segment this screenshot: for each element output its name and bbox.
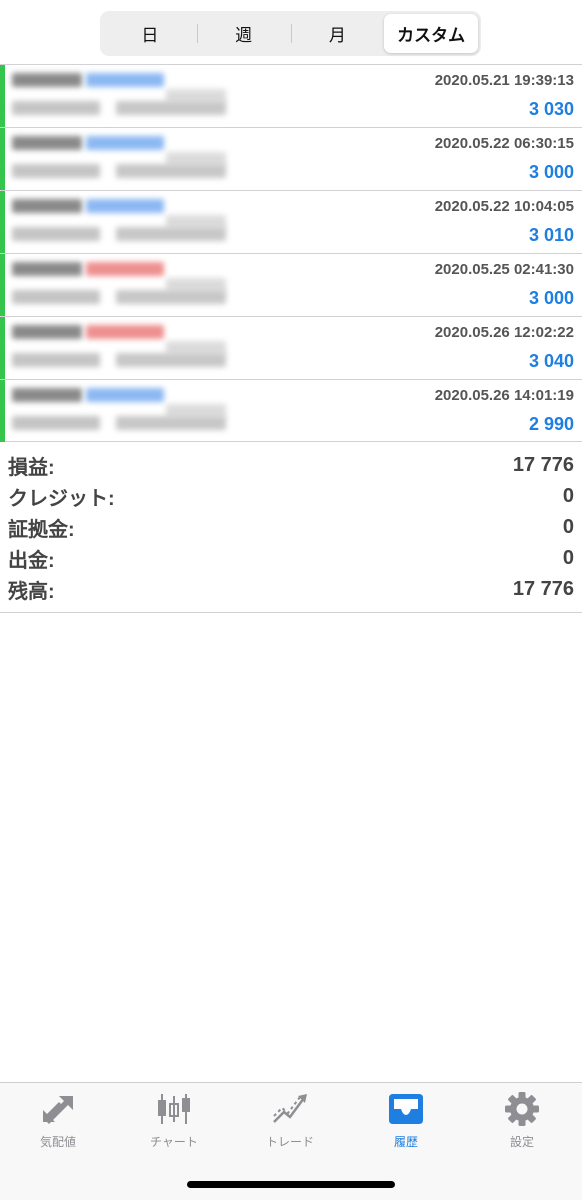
home-indicator[interactable] — [187, 1181, 395, 1188]
deal-type-stripe — [0, 128, 5, 190]
deal-time: 2020.05.22 06:30:15 — [434, 135, 574, 152]
tab-quotes[interactable]: 気配値 — [0, 1091, 116, 1153]
candlestick-chart-icon — [154, 1091, 194, 1127]
deal-time: 2020.05.21 19:39:13 — [434, 72, 574, 89]
deal-row[interactable]: 2020.05.22 10:04:05 3 010 — [0, 190, 582, 253]
summary-withdrawal-label: 出金: — [8, 550, 55, 572]
deal-time: 2020.05.22 10:04:05 — [434, 198, 574, 215]
period-tab-week[interactable]: 週 — [196, 14, 291, 53]
period-tab-custom[interactable]: カスタム — [384, 14, 478, 53]
deal-profit: 3 030 — [528, 99, 574, 119]
summary-balance-value: 17 776 — [512, 578, 574, 600]
deal-type-stripe — [0, 65, 5, 127]
redacted-deal-details — [6, 69, 236, 123]
tab-history[interactable]: 履歴 — [348, 1091, 464, 1153]
deal-type-stripe — [0, 317, 5, 379]
summary-credit-row: クレジット: 0 — [8, 481, 574, 512]
summary-withdrawal-row: 出金: 0 — [8, 543, 574, 574]
deal-profit: 3 040 — [528, 351, 574, 371]
deal-row[interactable]: 2020.05.26 14:01:19 2 990 — [0, 379, 582, 442]
quotes-arrows-icon — [38, 1091, 78, 1127]
redacted-deal-details — [6, 384, 236, 438]
redacted-deal-details — [6, 195, 236, 249]
tab-settings[interactable]: 設定 — [464, 1091, 580, 1153]
summary-credit-value: 0 — [562, 485, 574, 507]
summary-profit-label: 損益: — [8, 457, 55, 479]
settings-gear-icon — [502, 1091, 542, 1127]
summary-margin-value: 0 — [562, 516, 574, 538]
summary-balance-row: 残高: 17 776 — [8, 574, 574, 605]
history-summary: 損益: 17 776 クレジット: 0 証拠金: 0 出金: 0 残高: 17 … — [0, 450, 582, 613]
deal-profit: 3 000 — [528, 162, 574, 182]
redacted-deal-details — [6, 321, 236, 375]
period-tab-month[interactable]: 月 — [290, 14, 385, 53]
tab-trade-label: トレード — [265, 1135, 314, 1149]
deal-profit: 2 990 — [528, 414, 574, 434]
summary-credit-label: クレジット: — [8, 488, 115, 510]
deal-type-stripe — [0, 191, 5, 253]
deal-profit: 3 000 — [528, 288, 574, 308]
deal-time: 2020.05.25 02:41:30 — [434, 261, 574, 278]
tab-chart[interactable]: チャート — [116, 1091, 232, 1153]
tab-history-label: 履歴 — [393, 1135, 418, 1149]
period-tab-day[interactable]: 日 — [103, 14, 197, 53]
summary-margin-row: 証拠金: 0 — [8, 512, 574, 543]
summary-profit-value: 17 776 — [512, 454, 574, 476]
summary-margin-label: 証拠金: — [8, 519, 75, 541]
tab-quotes-label: 気配値 — [39, 1135, 76, 1149]
deal-row[interactable]: 2020.05.26 12:02:22 3 040 — [0, 316, 582, 379]
history-inbox-icon — [386, 1091, 426, 1127]
trade-trend-icon — [270, 1091, 310, 1127]
deal-type-stripe — [0, 380, 5, 442]
summary-balance-label: 残高: — [8, 581, 55, 603]
redacted-deal-details — [6, 258, 236, 312]
deal-type-stripe — [0, 254, 5, 316]
deal-profit: 3 010 — [528, 225, 574, 245]
summary-withdrawal-value: 0 — [562, 547, 574, 569]
deal-row[interactable]: 2020.05.22 06:30:15 3 000 — [0, 127, 582, 190]
redacted-deal-details — [6, 132, 236, 186]
deal-time: 2020.05.26 12:02:22 — [434, 324, 574, 341]
deals-list: 2020.05.21 19:39:13 3 030 2020.05.22 06:… — [0, 64, 582, 442]
summary-profit-row: 損益: 17 776 — [8, 450, 574, 481]
tab-chart-label: チャート — [150, 1135, 198, 1149]
period-segmented-control: 日 週 月 カスタム — [100, 11, 481, 56]
tab-settings-label: 設定 — [509, 1135, 534, 1149]
deal-row[interactable]: 2020.05.25 02:41:30 3 000 — [0, 253, 582, 316]
tab-trade[interactable]: トレード — [232, 1091, 348, 1153]
deal-time: 2020.05.26 14:01:19 — [434, 387, 574, 404]
deal-row[interactable]: 2020.05.21 19:39:13 3 030 — [0, 64, 582, 127]
